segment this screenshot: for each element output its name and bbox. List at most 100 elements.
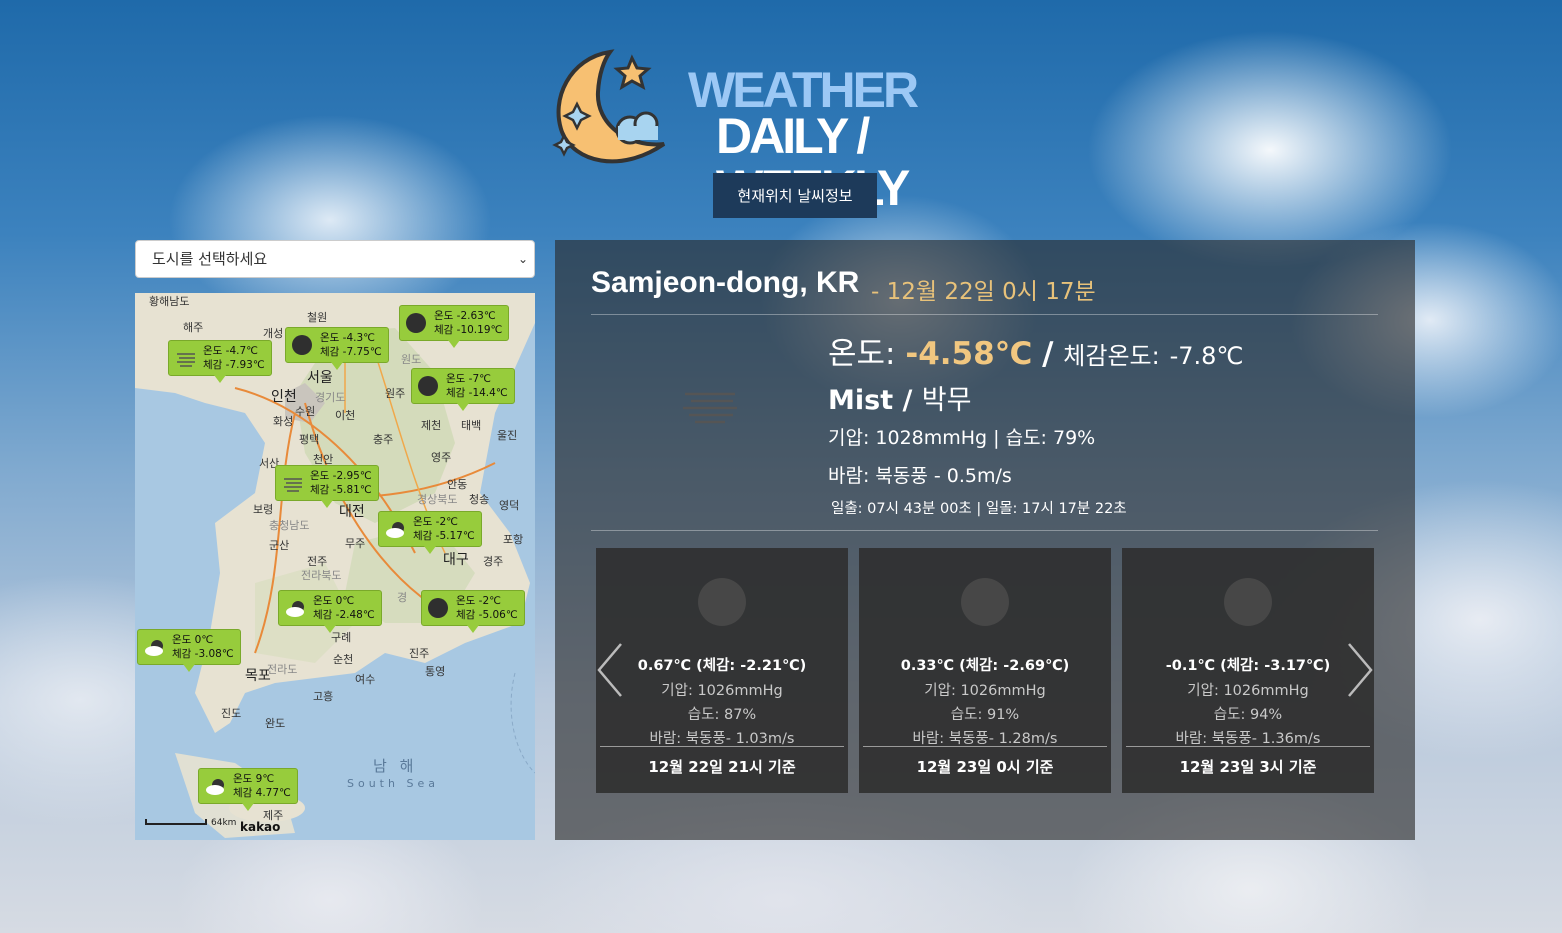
marker-feel: 체감 -3.08℃	[172, 648, 234, 660]
map-label: 대구	[443, 552, 469, 568]
map-label: 청송	[469, 493, 490, 506]
map-label: 인천	[271, 389, 297, 405]
weather-marker[interactable]: 온도 -2.95℃ 체감 -5.81℃	[275, 465, 379, 508]
map-label: 철원	[307, 311, 328, 324]
marker-temp: 온도 -2.63℃	[434, 310, 496, 322]
map-label: 진주	[409, 647, 430, 660]
map-label: 완도	[265, 717, 286, 730]
marker-temp: 온도 -2℃	[413, 516, 458, 528]
pressure-humidity: 기압: 1028mmHg | 습도: 79%	[828, 427, 1096, 449]
divider	[600, 746, 844, 747]
map-label: 고흥	[313, 690, 334, 703]
map-label: 태백	[461, 419, 482, 432]
marker-feel: 체감 -7.75℃	[320, 346, 382, 358]
kakao-logo: kakao	[240, 820, 281, 834]
map-label: 여수	[355, 673, 376, 686]
clear-night-icon	[428, 598, 448, 618]
clear-night-icon	[406, 313, 426, 333]
temp-separator: /	[1042, 336, 1054, 372]
divider	[591, 530, 1378, 531]
weather-marker[interactable]: 온도 -2.63℃ 체감 -10.19℃	[399, 305, 510, 348]
weather-marker[interactable]: 온도 0℃ 체감 -3.08℃	[137, 629, 241, 672]
map-label: 제천	[421, 419, 442, 432]
map-label: 울진	[497, 429, 518, 442]
weather-marker[interactable]: 온도 9℃ 체감 4.77℃	[198, 768, 298, 811]
map-label: 전라도	[267, 663, 298, 676]
sunrise-sunset: 일출: 07시 43분 00초 | 일몰: 17시 17분 22초	[831, 501, 1127, 517]
forecast-temp: 0.67℃ (체감: -2.21℃)	[637, 658, 807, 674]
divider	[591, 314, 1378, 315]
map-label: 경기도	[315, 391, 346, 404]
marker-temp: 온도 0℃	[172, 634, 214, 646]
moon-logo-icon	[552, 49, 666, 164]
weather-marker[interactable]: 온도 0℃ 체감 -2.48℃	[278, 590, 382, 633]
mist-icon	[177, 353, 195, 367]
forecast-temp: 0.33℃ (체감: -2.69℃)	[900, 658, 1070, 674]
clear-night-icon	[292, 335, 312, 355]
map-label: 무주	[345, 537, 366, 550]
description-en: Mist	[828, 385, 894, 416]
map-label: 해주	[183, 321, 204, 334]
map-label: 진도	[221, 707, 242, 720]
carousel-next-icon[interactable]	[1345, 640, 1375, 700]
chevron-down-icon: ⌄	[517, 252, 528, 266]
weather-marker[interactable]: 온도 -2℃ 체감 -5.17℃	[378, 511, 482, 554]
cloud-icon	[145, 640, 163, 656]
sea-label-korean: 남 해	[373, 757, 418, 775]
cloud-icon	[206, 779, 224, 795]
map-label: 서울	[307, 370, 333, 386]
scale-bar-icon	[145, 819, 207, 825]
map-label: 경상북도	[417, 493, 458, 506]
description-kr: 박무	[921, 385, 972, 416]
cloud-icon	[286, 601, 304, 617]
marker-feel: 체감 -5.81℃	[310, 484, 372, 496]
current-weather-panel: Samjeon-dong, KR - 12월 22일 0시 17분 온도: -4…	[555, 240, 1415, 840]
scale-label: 64km	[211, 818, 237, 828]
mist-icon	[683, 392, 737, 424]
marker-temp: 온도 -7℃	[446, 373, 491, 385]
current-location-weather-button[interactable]: 현재위치 날씨정보	[713, 173, 877, 218]
feels-like-label: 체감온도:	[1063, 342, 1160, 370]
forecast-card[interactable]: 0.33℃ (체감: -2.69℃) 기압: 1026mmHg 습도: 91% …	[859, 548, 1111, 793]
map-label: 원도	[401, 353, 422, 366]
marker-temp: 온도 9℃	[233, 773, 275, 785]
forecast-humidity: 습도: 87%	[687, 707, 757, 723]
weather-marker[interactable]: 온도 -2℃ 체감 -5.06℃	[421, 590, 525, 633]
location-name: Samjeon-dong, KR	[591, 266, 860, 299]
map-label: 충청남도	[269, 519, 310, 532]
map-label: 영덕	[499, 499, 520, 512]
forecast-pressure: 기압: 1026mmHg	[661, 683, 783, 699]
weather-marker[interactable]: 온도 -4.7℃ 체감 -7.93℃	[168, 340, 272, 383]
korea-map[interactable]: 황해남도 해주 개성 철원 인천 서울 경기도 원주 원도 수원 이천 화성 평…	[135, 293, 535, 840]
feels-like-value: -7.8℃	[1169, 342, 1244, 370]
city-select[interactable]: 도시를 선택하세요 ⌄	[135, 240, 535, 278]
desc-separator: /	[902, 385, 913, 416]
cloud-icon	[386, 522, 404, 538]
marker-temp: 온도 0℃	[313, 595, 355, 607]
carousel-prev-icon[interactable]	[595, 640, 625, 700]
map-label: 경주	[483, 555, 504, 568]
forecast-time: 12월 22일 21시 기준	[648, 758, 796, 776]
marker-temp: 온도 -2℃	[456, 595, 501, 607]
forecast-card[interactable]: 0.67℃ (체감: -2.21℃) 기압: 1026mmHg 습도: 87% …	[596, 548, 848, 793]
map-label: 충주	[373, 433, 394, 446]
marker-temp: 온도 -2.95℃	[310, 470, 372, 482]
weather-marker[interactable]: 온도 -7℃ 체감 -14.4℃	[411, 368, 515, 411]
divider	[1126, 746, 1370, 747]
marker-feel: 체감 4.77℃	[233, 787, 291, 799]
divider	[863, 746, 1107, 747]
clear-night-icon	[961, 578, 1009, 626]
app-header: WEATHER DAILY / WEEKLY	[548, 44, 1068, 214]
map-label: 보령	[253, 503, 274, 516]
forecast-time: 12월 23일 0시 기준	[916, 758, 1054, 776]
map-label: 경	[397, 591, 408, 604]
forecast-wind: 바람: 북동풍- 1.36m/s	[1175, 731, 1321, 747]
forecast-pressure: 기압: 1026mmHg	[924, 683, 1046, 699]
forecast-card[interactable]: -0.1℃ (체감: -3.17℃) 기압: 1026mmHg 습도: 94% …	[1122, 548, 1374, 793]
map-label: 개성	[263, 327, 284, 340]
forecast-pressure: 기압: 1026mmHg	[1187, 683, 1309, 699]
forecast-humidity: 습도: 91%	[950, 707, 1020, 723]
weather-marker[interactable]: 온도 -4.3℃ 체감 -7.75℃	[285, 327, 389, 370]
city-select-value: 도시를 선택하세요	[152, 250, 268, 268]
map-label: 통영	[425, 665, 446, 678]
